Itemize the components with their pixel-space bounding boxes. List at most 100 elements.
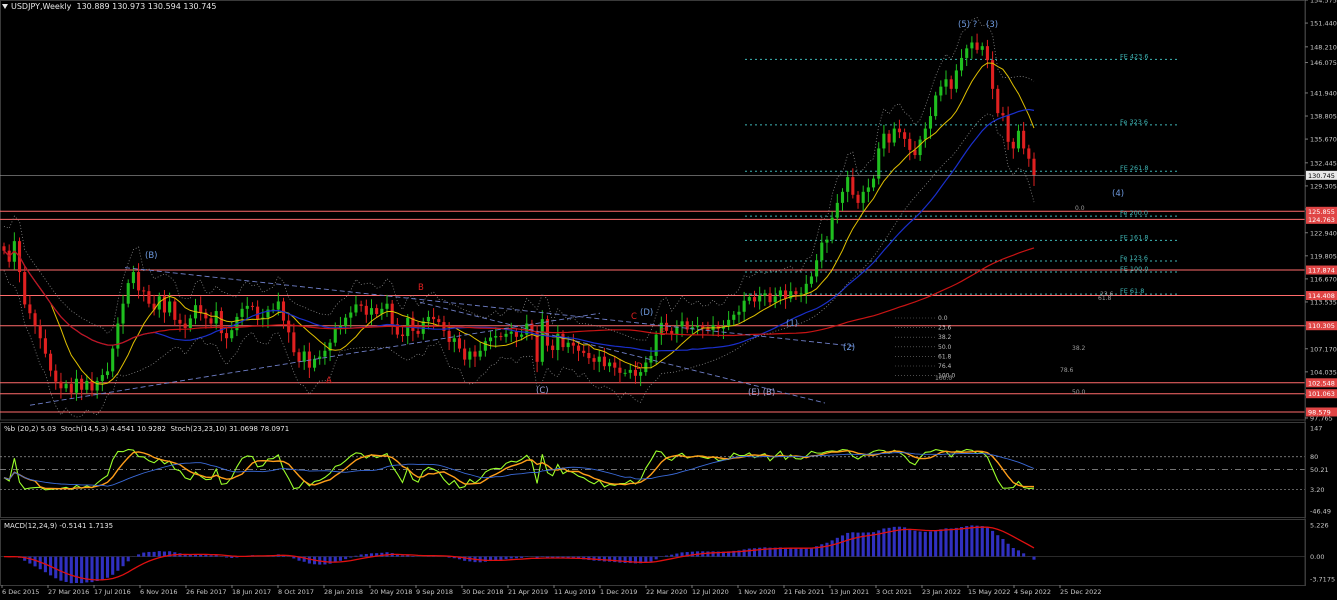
macd-panel-frame bbox=[0, 519, 1306, 586]
time-tick-label: 17 Jul 2016 bbox=[94, 588, 131, 596]
candle-body bbox=[970, 42, 974, 49]
candle-body bbox=[400, 334, 405, 337]
candle-body bbox=[597, 356, 601, 362]
candle-body bbox=[95, 380, 99, 391]
candle-body bbox=[1011, 141, 1015, 149]
candle-body bbox=[618, 367, 622, 373]
wave-label: C bbox=[631, 312, 637, 322]
price-tick-label: 132.445 bbox=[1310, 159, 1337, 167]
candle-body bbox=[59, 381, 63, 389]
wave-label: (1) bbox=[786, 319, 798, 329]
candle-body bbox=[38, 325, 42, 339]
time-tick-label: 26 Feb 2017 bbox=[186, 588, 226, 596]
candle-body bbox=[173, 301, 177, 320]
candle-body bbox=[390, 303, 394, 325]
candle-body bbox=[680, 321, 684, 327]
time-tick-label: 4 Sep 2022 bbox=[1014, 588, 1051, 596]
dropdown-triangle-icon[interactable] bbox=[2, 4, 8, 9]
wave-label: E bbox=[660, 328, 665, 338]
candle-body bbox=[799, 293, 803, 295]
level-price-label: 117.874 bbox=[1308, 267, 1335, 275]
ohlc-values: 130.889 130.973 130.594 130.745 bbox=[76, 2, 217, 11]
candle-body bbox=[375, 308, 379, 314]
candle-body bbox=[199, 305, 203, 313]
candle-body bbox=[784, 290, 788, 299]
candle-body bbox=[287, 320, 291, 333]
candle-body bbox=[975, 42, 979, 50]
candle-body bbox=[613, 362, 617, 368]
fib-level-label: FE 161.8 bbox=[1120, 233, 1149, 241]
candle-body bbox=[28, 304, 32, 314]
candle-body bbox=[768, 293, 772, 303]
candle-body bbox=[349, 312, 353, 318]
candle-body bbox=[696, 325, 700, 328]
level-price-label: 124.763 bbox=[1308, 216, 1335, 224]
wave-label: (3) bbox=[986, 20, 998, 30]
time-tick-label: 13 Jun 2021 bbox=[830, 588, 869, 596]
candle-body bbox=[483, 341, 487, 351]
candle-body bbox=[385, 303, 389, 309]
stochastic-panel[interactable]: 147 80 50.21 3.20 -46.49 bbox=[0, 422, 1331, 518]
candle-body bbox=[592, 358, 596, 362]
candle-body bbox=[437, 319, 441, 323]
wave-label: (C) bbox=[536, 386, 549, 396]
candle-body bbox=[313, 358, 317, 368]
time-tick-label: 25 Dec 2022 bbox=[1060, 588, 1102, 596]
price-tick-label: 107.170 bbox=[1310, 345, 1337, 353]
time-tick-label: 28 Jan 2018 bbox=[324, 588, 363, 596]
price-panel[interactable]: FE 423.6 Fe 323.6 FE 261.8 Fe 200.0 FE 161.8… bbox=[0, 0, 1306, 421]
macd-panel[interactable]: 5.226 0.00 -3.7175 bbox=[0, 519, 1335, 586]
candle-body bbox=[825, 239, 829, 243]
candle-body bbox=[980, 46, 984, 50]
level-price-label: 110.305 bbox=[1308, 322, 1335, 330]
candle-body bbox=[359, 304, 363, 306]
candle-body bbox=[494, 336, 498, 338]
wave-label: (B) bbox=[145, 251, 157, 261]
fib-level-label: FE 100.0 bbox=[1120, 265, 1149, 273]
candle-body bbox=[209, 318, 213, 324]
candle-body bbox=[344, 317, 348, 326]
candle-body bbox=[877, 148, 881, 179]
price-tick-label: 151.440 bbox=[1310, 20, 1337, 28]
time-tick-label: 12 Jul 2020 bbox=[692, 588, 729, 596]
candle-body bbox=[820, 242, 824, 261]
stoch-axis-label: -46.49 bbox=[1310, 508, 1331, 516]
small-fib-label: 50.0 bbox=[938, 344, 952, 351]
candle-body bbox=[33, 313, 37, 326]
fib-level-label: Fe 323.6 bbox=[1120, 118, 1148, 126]
candle-body bbox=[1006, 115, 1010, 142]
candle-body bbox=[49, 353, 53, 371]
candle-body bbox=[426, 316, 430, 322]
candle-body bbox=[276, 301, 280, 310]
small-fib-label: 0.0 bbox=[938, 315, 948, 322]
candle-body bbox=[452, 338, 456, 342]
candle-body bbox=[292, 332, 296, 353]
time-tick-label: 11 Aug 2019 bbox=[554, 588, 596, 596]
candle-body bbox=[996, 88, 1000, 114]
retracement-label: 0.0 bbox=[1075, 205, 1085, 212]
price-tick-label: 141.940 bbox=[1310, 89, 1337, 97]
fib-level-label: FE 261.8 bbox=[1120, 164, 1149, 172]
candle-body bbox=[1022, 130, 1026, 149]
small-fib-label: 100.0 bbox=[938, 373, 955, 380]
wave-label: D bbox=[636, 362, 643, 372]
candle-body bbox=[1032, 158, 1036, 176]
candle-body bbox=[188, 318, 192, 328]
wave-label: (4) bbox=[1112, 189, 1124, 199]
moving-average-blue bbox=[3, 108, 1035, 352]
level-price-label: 101.063 bbox=[1308, 390, 1335, 398]
candle-body bbox=[804, 283, 808, 294]
candle-body bbox=[773, 296, 777, 303]
candle-body bbox=[43, 338, 47, 354]
level-price-label: 114.408 bbox=[1308, 292, 1335, 300]
trading-chart[interactable]: FE 423.6 Fe 323.6 FE 261.8 Fe 200.0 FE 161.8… bbox=[0, 0, 1337, 600]
candle-body bbox=[566, 342, 570, 348]
candle-body bbox=[457, 338, 462, 349]
price-tick-label: 119.805 bbox=[1310, 252, 1337, 260]
candle-body bbox=[504, 333, 508, 337]
macd-axis-label: 5.226 bbox=[1310, 522, 1329, 530]
candle-body bbox=[2, 246, 6, 251]
candle-body bbox=[54, 370, 58, 382]
time-tick-label: 27 Mar 2016 bbox=[48, 588, 89, 596]
price-tick-label: 135.670 bbox=[1310, 136, 1337, 144]
